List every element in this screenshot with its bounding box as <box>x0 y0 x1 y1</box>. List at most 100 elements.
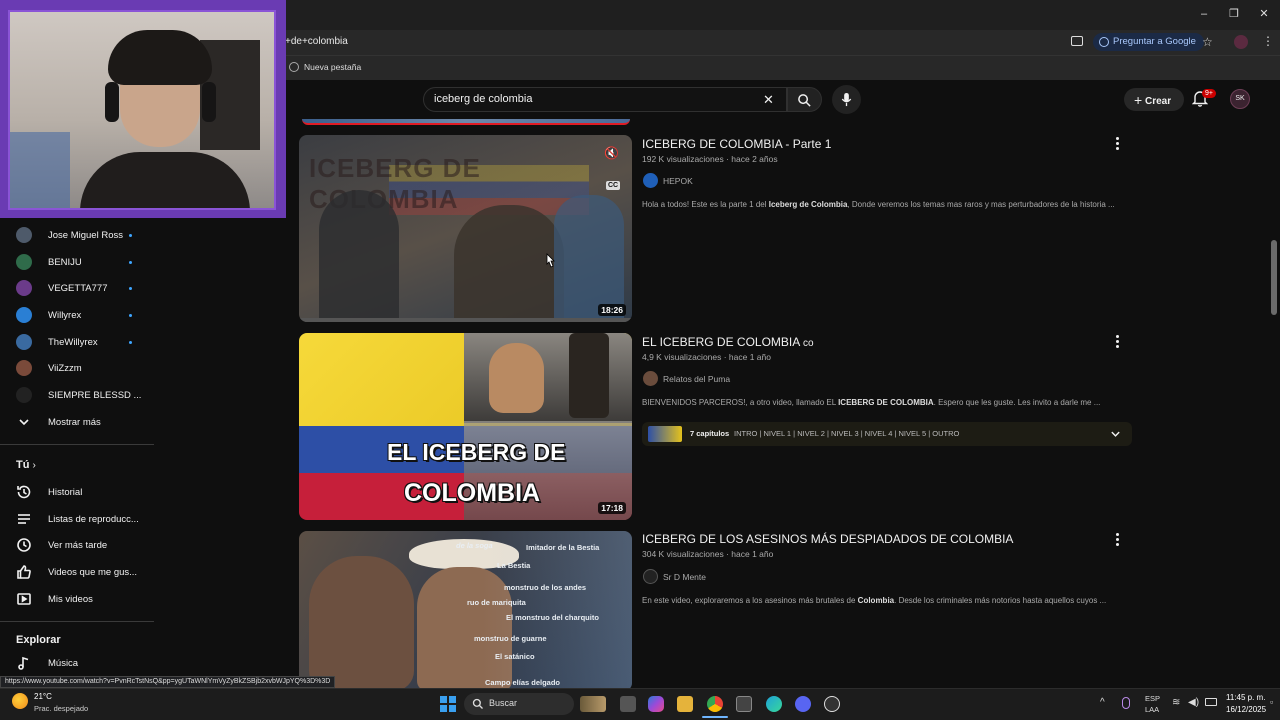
close-window-icon[interactable]: ✕ <box>1257 7 1271 21</box>
webcam-overlay <box>0 0 286 218</box>
widget-icon[interactable] <box>580 696 606 712</box>
search-query[interactable]: iceberg de colombia <box>434 93 532 105</box>
clock-time[interactable]: 11:45 p. m. <box>1226 693 1265 702</box>
channel-avatar-icon <box>16 227 32 243</box>
channel-name[interactable]: HEPOK <box>663 176 693 186</box>
clear-search-icon[interactable]: ✕ <box>763 92 774 108</box>
bookmark-new-tab[interactable]: Nueva pestaña <box>304 62 361 72</box>
channel-avatar-icon <box>16 387 32 403</box>
sidebar-item-my-videos[interactable]: Mis videos <box>0 586 150 612</box>
video-thumbnail[interactable]: ICEBERG DE COLOMBIA 🔇 CC 18:26 <box>299 135 632 322</box>
keyboard-layout[interactable]: LAA <box>1145 705 1159 714</box>
scrollbar-thumb[interactable] <box>1271 240 1277 315</box>
sidebar-item-watch-later[interactable]: Ver más tarde <box>0 532 150 558</box>
discord-icon[interactable] <box>795 696 811 712</box>
microphone-tray-icon[interactable] <box>1122 697 1130 709</box>
channel-avatar-icon <box>16 254 32 270</box>
chevron-down-icon <box>19 419 29 426</box>
file-explorer-icon[interactable] <box>677 696 693 712</box>
channel-avatar-icon[interactable] <box>643 569 658 584</box>
channel-avatar-icon[interactable] <box>643 371 658 386</box>
thumbnail-label: monstruo de los andes <box>504 583 587 592</box>
chapters-count: 7 capítulos <box>690 429 730 438</box>
weather-icon[interactable] <box>12 693 28 709</box>
language-code[interactable]: ESP <box>1145 694 1160 703</box>
new-content-dot <box>129 233 132 237</box>
sidebar-item-history[interactable]: Historial <box>0 479 150 505</box>
video-thumbnail[interactable]: EL ICEBERG DE COLOMBIA 17:18 <box>299 333 632 520</box>
star-icon[interactable]: ☆ <box>1202 35 1213 49</box>
subscription-item[interactable]: BENIJU <box>0 249 150 275</box>
avatar[interactable]: SK <box>1230 89 1250 109</box>
app-icon[interactable] <box>824 696 840 712</box>
taskbar-search-label: Buscar <box>489 698 518 708</box>
you-section-title[interactable]: Tú › <box>16 459 36 471</box>
create-button[interactable]: + Crear <box>1124 88 1184 111</box>
sidebar-item-liked[interactable]: Videos que me gus... <box>0 559 150 585</box>
address-text[interactable]: +de+colombia <box>285 36 348 47</box>
subscription-item[interactable]: Willyrex <box>0 302 150 328</box>
chapter-thumbnail <box>648 426 682 442</box>
channel-name[interactable]: Relatos del Puma <box>663 374 730 384</box>
minimize-icon[interactable]: – <box>1197 7 1211 21</box>
cc-icon[interactable]: CC <box>606 181 621 190</box>
copilot-icon[interactable] <box>648 696 664 712</box>
show-more-button[interactable]: Mostrar más <box>0 409 150 435</box>
chrome-icon[interactable] <box>707 696 723 712</box>
more-options-icon[interactable]: ⋮ <box>1262 34 1274 48</box>
subscription-item[interactable]: TheWillyrex <box>0 329 150 355</box>
video-title[interactable]: ICEBERG DE COLOMBIA - Parte 1 <box>642 137 831 151</box>
voice-search-button[interactable] <box>832 85 861 114</box>
channel-name[interactable]: Sr D Mente <box>663 572 706 582</box>
profile-icon[interactable] <box>1234 35 1248 49</box>
previous-video-thumbnail[interactable] <box>302 119 630 125</box>
google-lens-icon <box>1099 37 1109 47</box>
my-videos-icon <box>17 593 31 605</box>
video-menu-icon[interactable] <box>1116 335 1120 350</box>
maximize-icon[interactable]: ❐ <box>1227 7 1241 21</box>
video-menu-icon[interactable] <box>1116 533 1120 548</box>
microphone-icon <box>841 92 852 107</box>
chapters-panel[interactable]: 7 capítulos INTRO | NIVEL 1 | NIVEL 2 | … <box>642 422 1132 446</box>
video-duration: 17:18 <box>598 502 626 514</box>
ask-google-button[interactable]: Preguntar a Google <box>1093 33 1204 51</box>
subscription-item[interactable]: ViiZzzm <box>0 355 150 381</box>
channel-avatar-icon <box>16 334 32 350</box>
chevron-down-icon[interactable] <box>1110 429 1121 439</box>
task-view-icon[interactable] <box>620 696 636 712</box>
clock-date[interactable]: 16/12/2025 <box>1226 705 1266 714</box>
battery-icon[interactable] <box>1205 698 1217 706</box>
cursor-icon <box>546 253 555 268</box>
channel-avatar-icon[interactable] <box>643 173 658 188</box>
webcam-feed <box>8 10 276 210</box>
thumbnail-label: Imitador de la Bestia <box>526 543 600 552</box>
windows-start-icon[interactable] <box>440 696 456 712</box>
search-button[interactable] <box>787 87 822 112</box>
subscription-item[interactable]: Jose Miguel Ross <box>0 222 150 248</box>
notification-center-icon[interactable]: ▫ <box>1270 697 1273 707</box>
chevron-up-icon[interactable]: ^ <box>1100 697 1105 708</box>
wifi-icon[interactable]: ≋ <box>1172 697 1180 708</box>
thumbnail-label: El satánico <box>495 652 535 661</box>
subscription-item[interactable]: VEGETTA777 <box>0 275 150 301</box>
playlists-icon <box>18 514 30 524</box>
status-url: https://www.youtube.com/watch?v=PvnRcTst… <box>0 676 336 688</box>
flag-emoji: co <box>802 338 814 349</box>
video-thumbnail[interactable]: de la soga Imitador de la Bestia La Best… <box>299 531 632 691</box>
mute-icon[interactable]: 🔇 <box>604 146 619 160</box>
video-title[interactable]: ICEBERG DE LOS ASESINOS MÁS DESPIADADOS … <box>642 532 1013 546</box>
edge-icon[interactable] <box>766 696 782 712</box>
volume-icon[interactable]: ◀) <box>1188 697 1199 708</box>
video-meta: 4,9 K visualizaciones · hace 1 año <box>642 352 771 362</box>
video-menu-icon[interactable] <box>1116 137 1120 152</box>
store-icon[interactable] <box>736 696 752 712</box>
sidebar-item-music[interactable]: Música <box>0 650 150 676</box>
sidebar-item-playlists[interactable]: Listas de reproducc... <box>0 506 150 532</box>
weather-temp[interactable]: 21°C <box>34 692 52 701</box>
chapters-list: INTRO | NIVEL 1 | NIVEL 2 | NIVEL 3 | NI… <box>734 429 960 438</box>
cast-icon[interactable] <box>1071 36 1083 46</box>
subscription-item[interactable]: SIEMPRE BLESSD ... <box>0 382 150 408</box>
active-app-indicator <box>702 716 728 718</box>
taskbar-search[interactable]: Buscar <box>464 693 574 715</box>
video-title[interactable]: EL ICEBERG DE COLOMBIA co <box>642 335 814 349</box>
